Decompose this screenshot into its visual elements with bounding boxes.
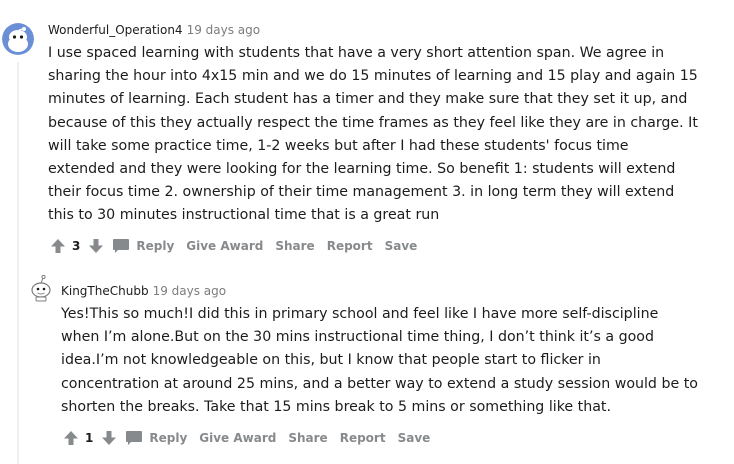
comment-meta: Wonderful_Operation4 19 days ago: [48, 22, 260, 38]
give-award-button[interactable]: Give Award: [180, 235, 269, 257]
comment-body: Yes!This so much!I did this in primary s…: [61, 303, 701, 419]
share-button[interactable]: Share: [269, 235, 320, 257]
reply-label: Reply: [136, 239, 175, 253]
comment-bubble-icon: [112, 238, 130, 254]
save-button[interactable]: Save: [379, 235, 424, 257]
reply-button[interactable]: Reply: [119, 426, 193, 450]
comment-actions: 1 Reply Give Award Share Report Save: [61, 426, 436, 450]
thread-line[interactable]: [17, 62, 19, 464]
comment-bubble-icon: [125, 430, 143, 446]
comment-timestamp[interactable]: 19 days ago: [153, 284, 227, 298]
avatar[interactable]: [2, 23, 34, 55]
reply-label: Reply: [149, 431, 188, 445]
report-button[interactable]: Report: [321, 235, 379, 257]
comment-text: Yes!This so much!I did this in primary s…: [61, 306, 698, 415]
give-award-button[interactable]: Give Award: [193, 427, 282, 449]
downvote-icon[interactable]: [86, 236, 106, 256]
comment-author[interactable]: KingTheChubb: [61, 284, 149, 298]
vote-count: 1: [85, 431, 94, 445]
avatar[interactable]: [29, 274, 53, 302]
comment-author[interactable]: Wonderful_Operation4: [48, 23, 183, 37]
downvote-icon[interactable]: [99, 428, 119, 448]
vote-count: 3: [72, 239, 81, 253]
reply-button[interactable]: Reply: [106, 234, 180, 258]
comment-meta: KingTheChubb 19 days ago: [61, 283, 226, 299]
comment-actions: 3 Reply Give Award Share Report Save: [48, 234, 423, 258]
upvote-icon[interactable]: [61, 428, 81, 448]
share-button[interactable]: Share: [282, 427, 333, 449]
comment-text: I use spaced learning with students that…: [48, 45, 698, 224]
report-button[interactable]: Report: [334, 427, 392, 449]
save-button[interactable]: Save: [392, 427, 437, 449]
upvote-icon[interactable]: [48, 236, 68, 256]
comment-body: I use spaced learning with students that…: [48, 42, 698, 228]
comment-timestamp[interactable]: 19 days ago: [187, 23, 261, 37]
